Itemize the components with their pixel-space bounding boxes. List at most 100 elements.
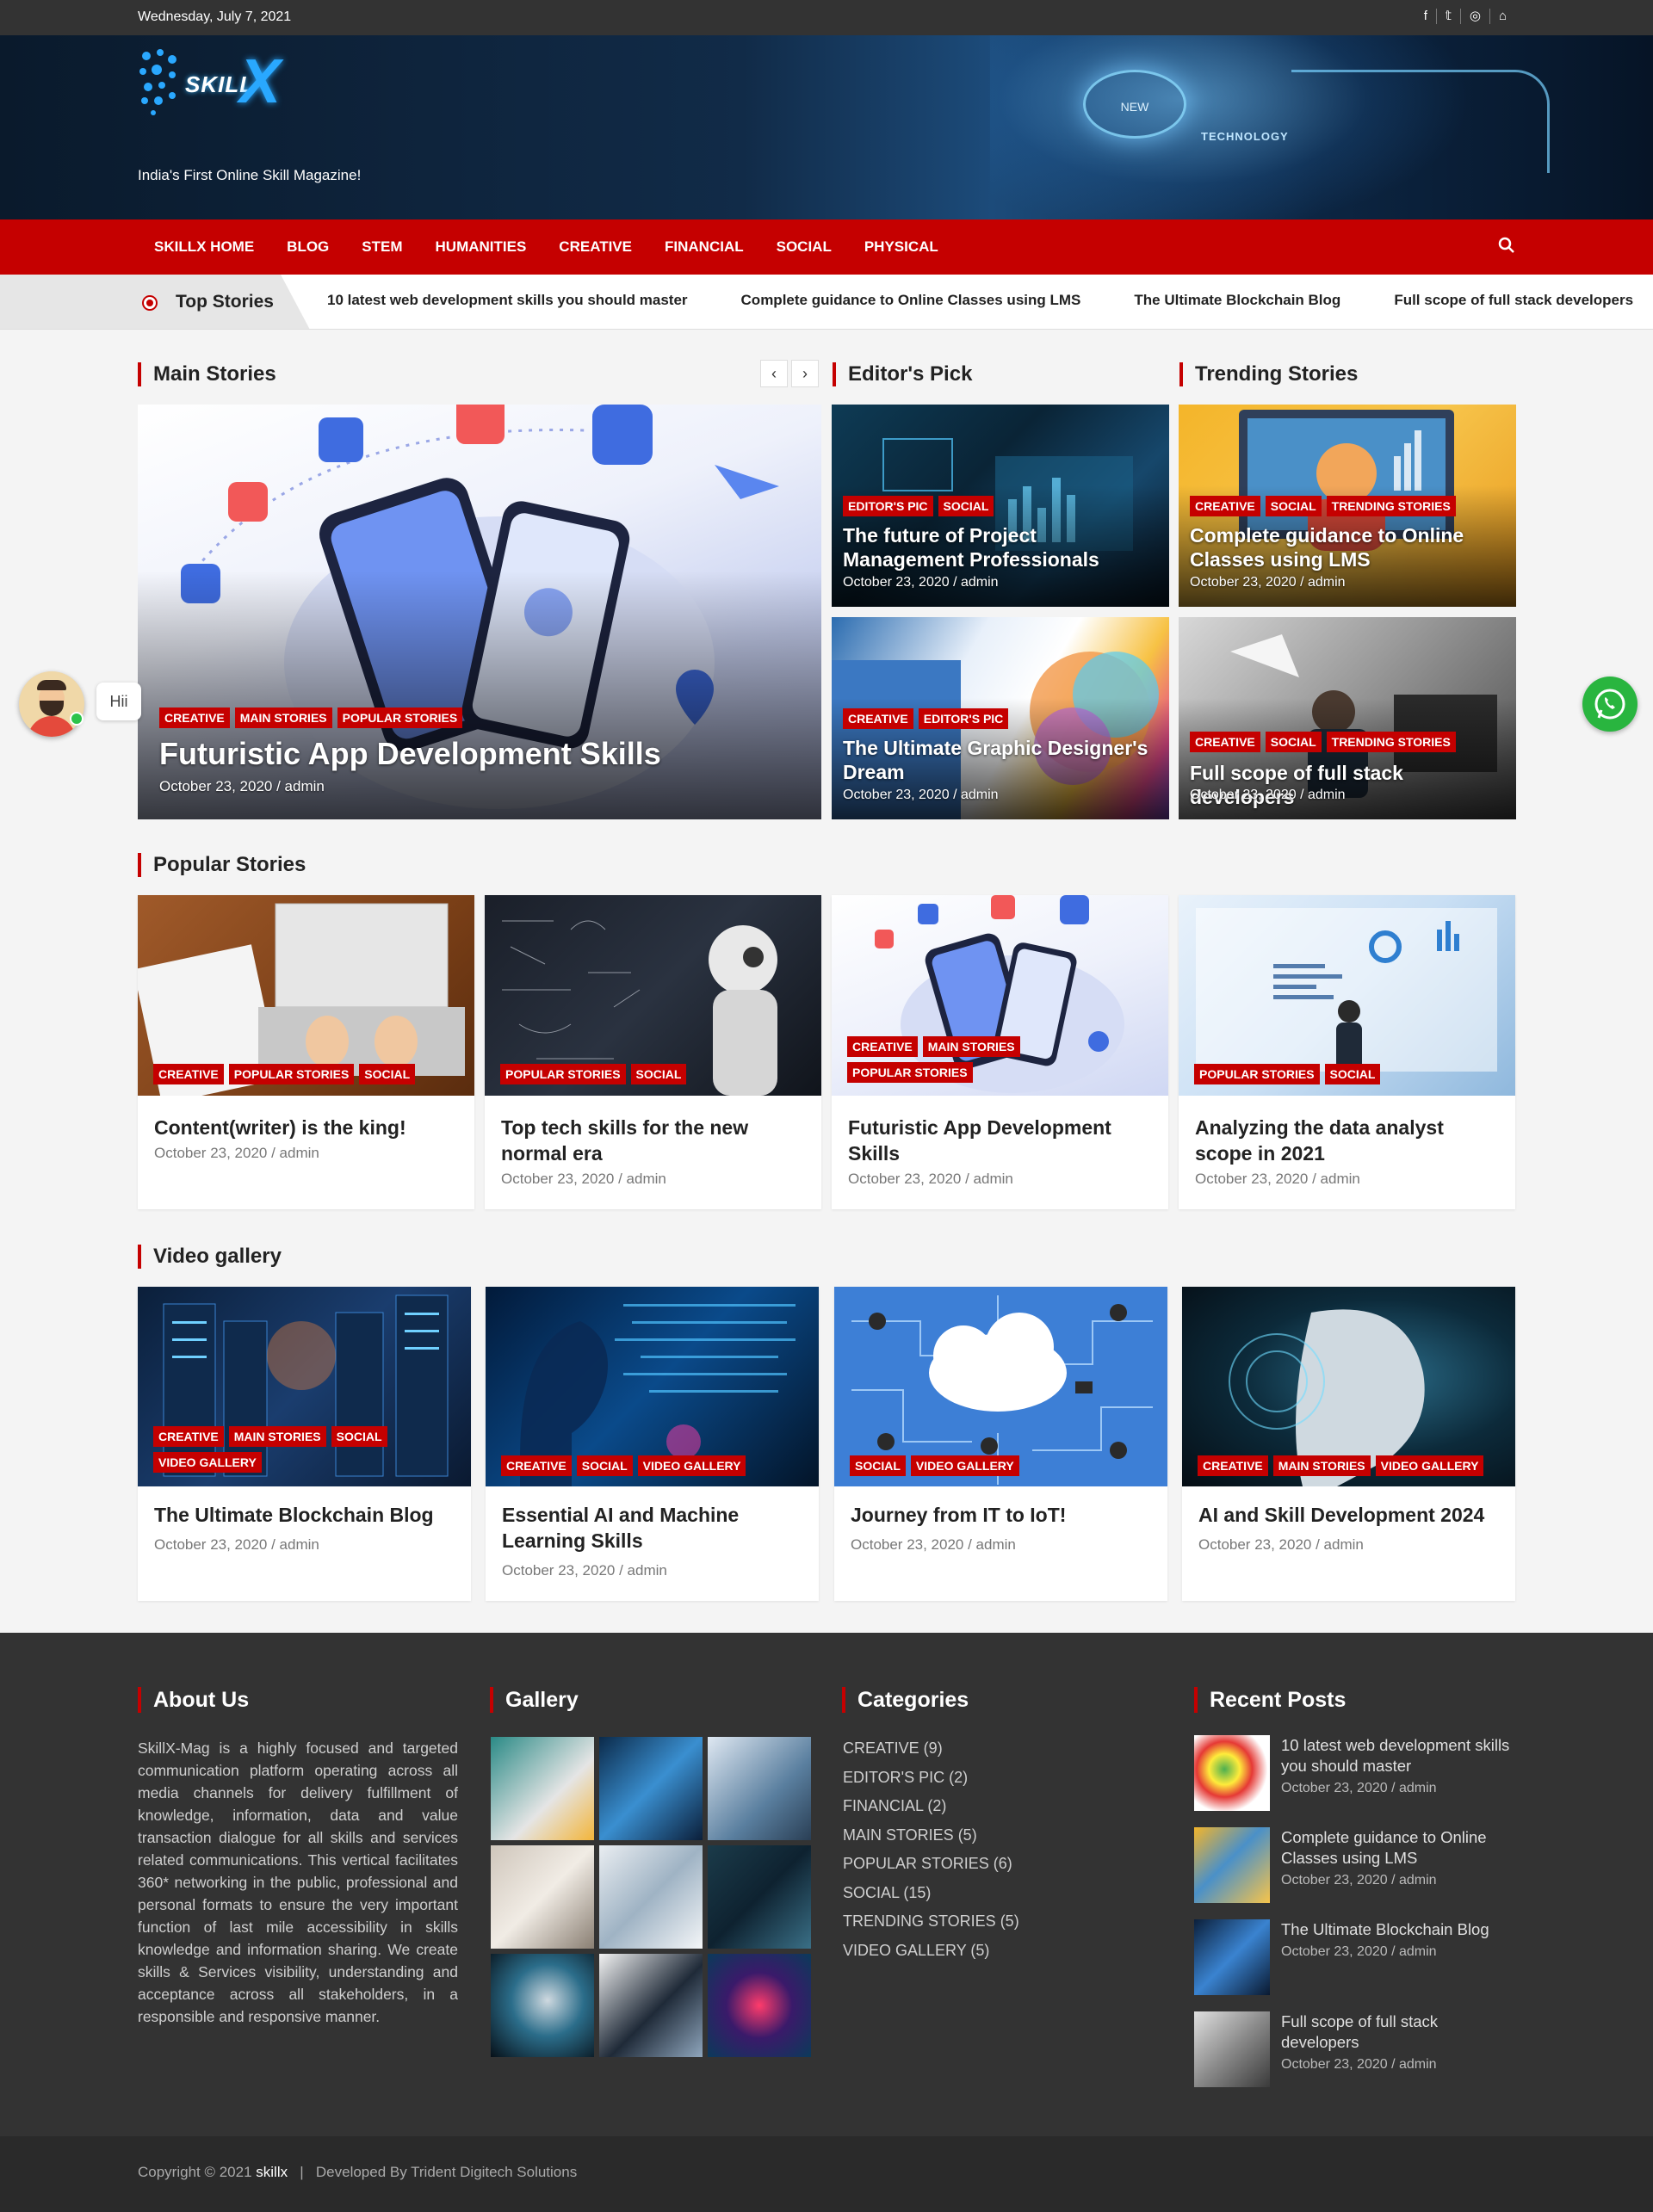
trending-story[interactable]: CREATIVE SOCIAL TRENDING STORIES Full sc…	[1179, 617, 1516, 819]
category-tag[interactable]: SOCIAL	[331, 1426, 387, 1447]
recent-post[interactable]: Full scope of full stack developers Octo…	[1194, 2011, 1515, 2104]
popular-story-card[interactable]: CREATIVE MAIN STORIES POPULAR STORIES Fu…	[832, 895, 1168, 1209]
category-tag[interactable]: CREATIVE	[843, 708, 913, 729]
category-tag[interactable]: SOCIAL	[938, 496, 994, 516]
category-tag[interactable]: POPULAR STORIES	[228, 1064, 355, 1084]
nav-item-physical[interactable]: PHYSICAL	[848, 238, 955, 256]
nav-item-skillx-home[interactable]: SKILLX HOME	[138, 238, 270, 256]
instagram-icon[interactable]: ◎	[1459, 9, 1489, 24]
gallery-thumb[interactable]	[708, 1737, 811, 1840]
recent-post-title[interactable]: 10 latest web development skills you sho…	[1281, 1735, 1515, 1776]
card-title[interactable]: Essential AI and Machine Learning Skills	[502, 1502, 802, 1554]
popular-story-card[interactable]: POPULAR STORIES SOCIAL Analyzing the dat…	[1179, 895, 1515, 1209]
category-link[interactable]: CREATIVE (9)	[843, 1734, 1019, 1764]
gallery-thumb[interactable]	[708, 1845, 811, 1949]
category-link[interactable]: SOCIAL (15)	[843, 1879, 1019, 1908]
category-tag[interactable]: MAIN STORIES	[1272, 1455, 1371, 1476]
whatsapp-button[interactable]	[1582, 677, 1638, 732]
card-title[interactable]: The Ultimate Graphic Designer's Dream	[843, 736, 1153, 784]
category-tag[interactable]: CREATIVE	[153, 1426, 224, 1447]
category-tag[interactable]: POPULAR STORIES	[337, 707, 463, 728]
card-title[interactable]: Complete guidance to Online Classes usin…	[1190, 523, 1500, 572]
gallery-thumb[interactable]	[599, 1845, 703, 1949]
category-tag[interactable]: SOCIAL	[630, 1064, 687, 1084]
video-story-card[interactable]: CREATIVE MAIN STORIES SOCIAL VIDEO GALLE…	[138, 1287, 471, 1601]
ticker-item[interactable]: The Ultimate Blockchain Blog	[1134, 292, 1340, 309]
main-feature-story[interactable]: CREATIVE MAIN STORIES POPULAR STORIES Fu…	[138, 405, 821, 819]
category-tag[interactable]: CREATIVE	[847, 1036, 918, 1057]
category-tag[interactable]: SOCIAL	[576, 1455, 633, 1476]
nav-item-stem[interactable]: STEM	[345, 238, 418, 256]
facebook-icon[interactable]: f	[1415, 9, 1436, 24]
feature-title[interactable]: Futuristic App Development Skills	[159, 736, 661, 772]
card-title[interactable]: The future of Project Management Profess…	[843, 523, 1153, 572]
search-icon[interactable]	[1498, 237, 1515, 254]
category-tag[interactable]: SOCIAL	[359, 1064, 416, 1084]
category-link[interactable]: EDITOR'S PIC (2)	[843, 1764, 1019, 1793]
video-story-card[interactable]: CREATIVE SOCIAL VIDEO GALLERY Essential …	[486, 1287, 819, 1601]
category-tag[interactable]: VIDEO GALLERY	[637, 1455, 746, 1476]
editors-pick-story[interactable]: EDITOR'S PIC SOCIAL The future of Projec…	[832, 405, 1169, 607]
category-link[interactable]: MAIN STORIES (5)	[843, 1821, 1019, 1851]
category-tag[interactable]: SOCIAL	[850, 1455, 906, 1476]
category-tag[interactable]: VIDEO GALLERY	[910, 1455, 1019, 1476]
trending-story[interactable]: CREATIVE SOCIAL TRENDING STORIES Complet…	[1179, 405, 1516, 607]
nav-item-creative[interactable]: CREATIVE	[542, 238, 648, 256]
category-link[interactable]: FINANCIAL (2)	[843, 1792, 1019, 1821]
gallery-thumb[interactable]	[491, 1737, 594, 1840]
video-story-card[interactable]: SOCIAL VIDEO GALLERY Journey from IT to …	[834, 1287, 1167, 1601]
category-tag[interactable]: CREATIVE	[159, 707, 230, 728]
gallery-thumb[interactable]	[491, 1954, 594, 2057]
editors-pick-story[interactable]: CREATIVE EDITOR'S PIC The Ultimate Graph…	[832, 617, 1169, 819]
category-link[interactable]: POPULAR STORIES (6)	[843, 1850, 1019, 1879]
home-icon[interactable]: ⌂	[1489, 9, 1515, 24]
nav-item-financial[interactable]: FINANCIAL	[648, 238, 760, 256]
slider-prev-button[interactable]: ‹	[760, 360, 788, 387]
chat-avatar[interactable]	[19, 671, 84, 737]
category-tag[interactable]: SOCIAL	[1265, 732, 1322, 752]
recent-post-title[interactable]: Complete guidance to Online Classes usin…	[1281, 1827, 1515, 1869]
category-tag[interactable]: TRENDING STORIES	[1326, 732, 1456, 752]
category-tag[interactable]: TRENDING STORIES	[1326, 496, 1456, 516]
popular-story-card[interactable]: CREATIVE POPULAR STORIES SOCIAL Content(…	[138, 895, 474, 1209]
category-tag[interactable]: SOCIAL	[1265, 496, 1322, 516]
category-tag[interactable]: CREATIVE	[153, 1064, 224, 1084]
card-title[interactable]: Futuristic App Development Skills	[848, 1115, 1152, 1166]
ticker-item[interactable]: Full scope of full stack developers	[1394, 292, 1633, 309]
ticker-item[interactable]: 10 latest web development skills you sho…	[327, 292, 688, 309]
chat-greeting-bubble[interactable]: Hii	[96, 683, 141, 720]
category-tag[interactable]: CREATIVE	[1190, 496, 1260, 516]
gallery-thumb[interactable]	[491, 1845, 594, 1949]
category-tag[interactable]: CREATIVE	[1198, 1455, 1268, 1476]
category-tag[interactable]: EDITOR'S PIC	[843, 496, 933, 516]
category-tag[interactable]: POPULAR STORIES	[847, 1062, 973, 1083]
category-tag[interactable]: POPULAR STORIES	[1194, 1064, 1320, 1084]
recent-post-title[interactable]: Full scope of full stack developers	[1281, 2011, 1515, 2053]
site-logo[interactable]: SKILL X	[138, 39, 301, 142]
card-title[interactable]: Journey from IT to IoT!	[851, 1502, 1151, 1528]
gallery-thumb[interactable]	[708, 1954, 811, 2057]
category-tag[interactable]: VIDEO GALLERY	[1375, 1455, 1484, 1476]
nav-item-blog[interactable]: BLOG	[270, 238, 345, 256]
category-tag[interactable]: POPULAR STORIES	[500, 1064, 626, 1084]
category-tag[interactable]: EDITOR'S PIC	[918, 708, 1009, 729]
category-tag[interactable]: CREATIVE	[1190, 732, 1260, 752]
card-title[interactable]: Content(writer) is the king!	[154, 1115, 458, 1140]
category-tag[interactable]: VIDEO GALLERY	[153, 1452, 262, 1473]
category-tag[interactable]: MAIN STORIES	[228, 1426, 326, 1447]
copyright-brand-link[interactable]: skillx	[256, 2164, 288, 2180]
recent-post[interactable]: The Ultimate Blockchain Blog October 23,…	[1194, 1919, 1515, 2011]
nav-item-humanities[interactable]: HUMANITIES	[419, 238, 543, 256]
gallery-thumb[interactable]	[599, 1737, 703, 1840]
category-link[interactable]: TRENDING STORIES (5)	[843, 1907, 1019, 1937]
recent-post-title[interactable]: The Ultimate Blockchain Blog	[1281, 1919, 1515, 1940]
ticker-item[interactable]: Complete guidance to Online Classes usin…	[741, 292, 1081, 309]
category-tag[interactable]: SOCIAL	[1324, 1064, 1381, 1084]
category-tag[interactable]: MAIN STORIES	[234, 707, 332, 728]
nav-item-social[interactable]: SOCIAL	[760, 238, 848, 256]
slider-next-button[interactable]: ›	[791, 360, 819, 387]
card-title[interactable]: Analyzing the data analyst scope in 2021	[1195, 1115, 1499, 1166]
category-tag[interactable]: CREATIVE	[501, 1455, 572, 1476]
card-title[interactable]: Top tech skills for the new normal era	[501, 1115, 805, 1166]
video-story-card[interactable]: CREATIVE MAIN STORIES VIDEO GALLERY AI a…	[1182, 1287, 1515, 1601]
